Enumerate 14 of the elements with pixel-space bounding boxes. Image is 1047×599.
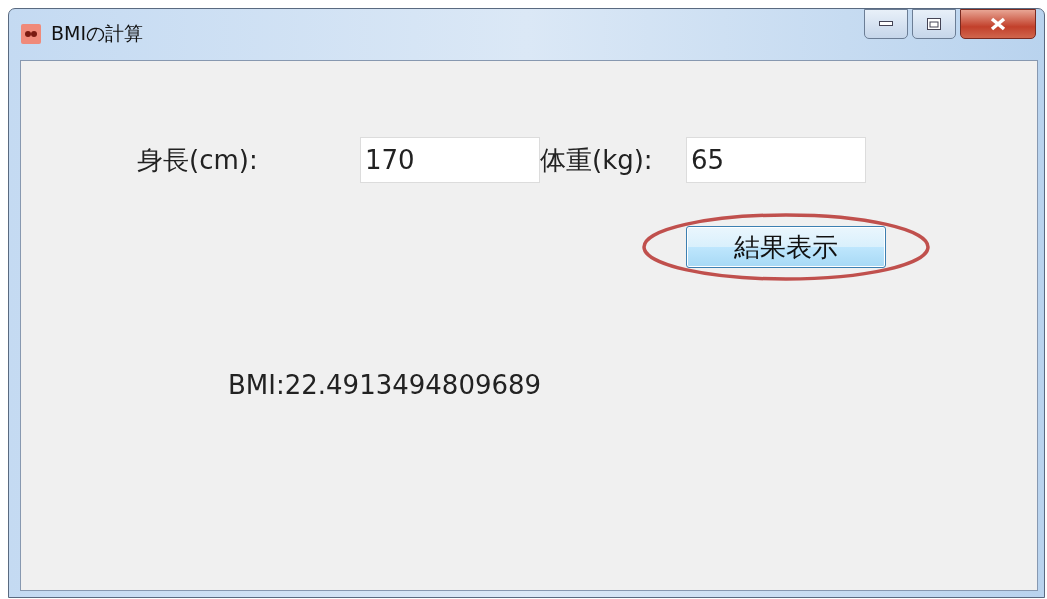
maximize-button[interactable] bbox=[912, 9, 956, 39]
close-button[interactable] bbox=[960, 9, 1036, 39]
window-title: BMIの計算 bbox=[51, 21, 144, 46]
input-field[interactable]: 170 bbox=[360, 137, 540, 183]
field-label: 体重(kg): bbox=[540, 143, 654, 177]
show-result-button[interactable]: 結果表示 bbox=[686, 226, 886, 268]
maximize-icon bbox=[927, 18, 941, 30]
minimize-button[interactable] bbox=[864, 9, 908, 39]
app-icon bbox=[21, 24, 41, 44]
minimize-icon bbox=[879, 21, 893, 27]
input-field[interactable]: 65 bbox=[686, 137, 866, 183]
close-icon bbox=[990, 17, 1006, 31]
field-label: 身長(cm): bbox=[137, 143, 259, 177]
bmi-result: BMI:22.4913494809689 bbox=[228, 370, 543, 400]
